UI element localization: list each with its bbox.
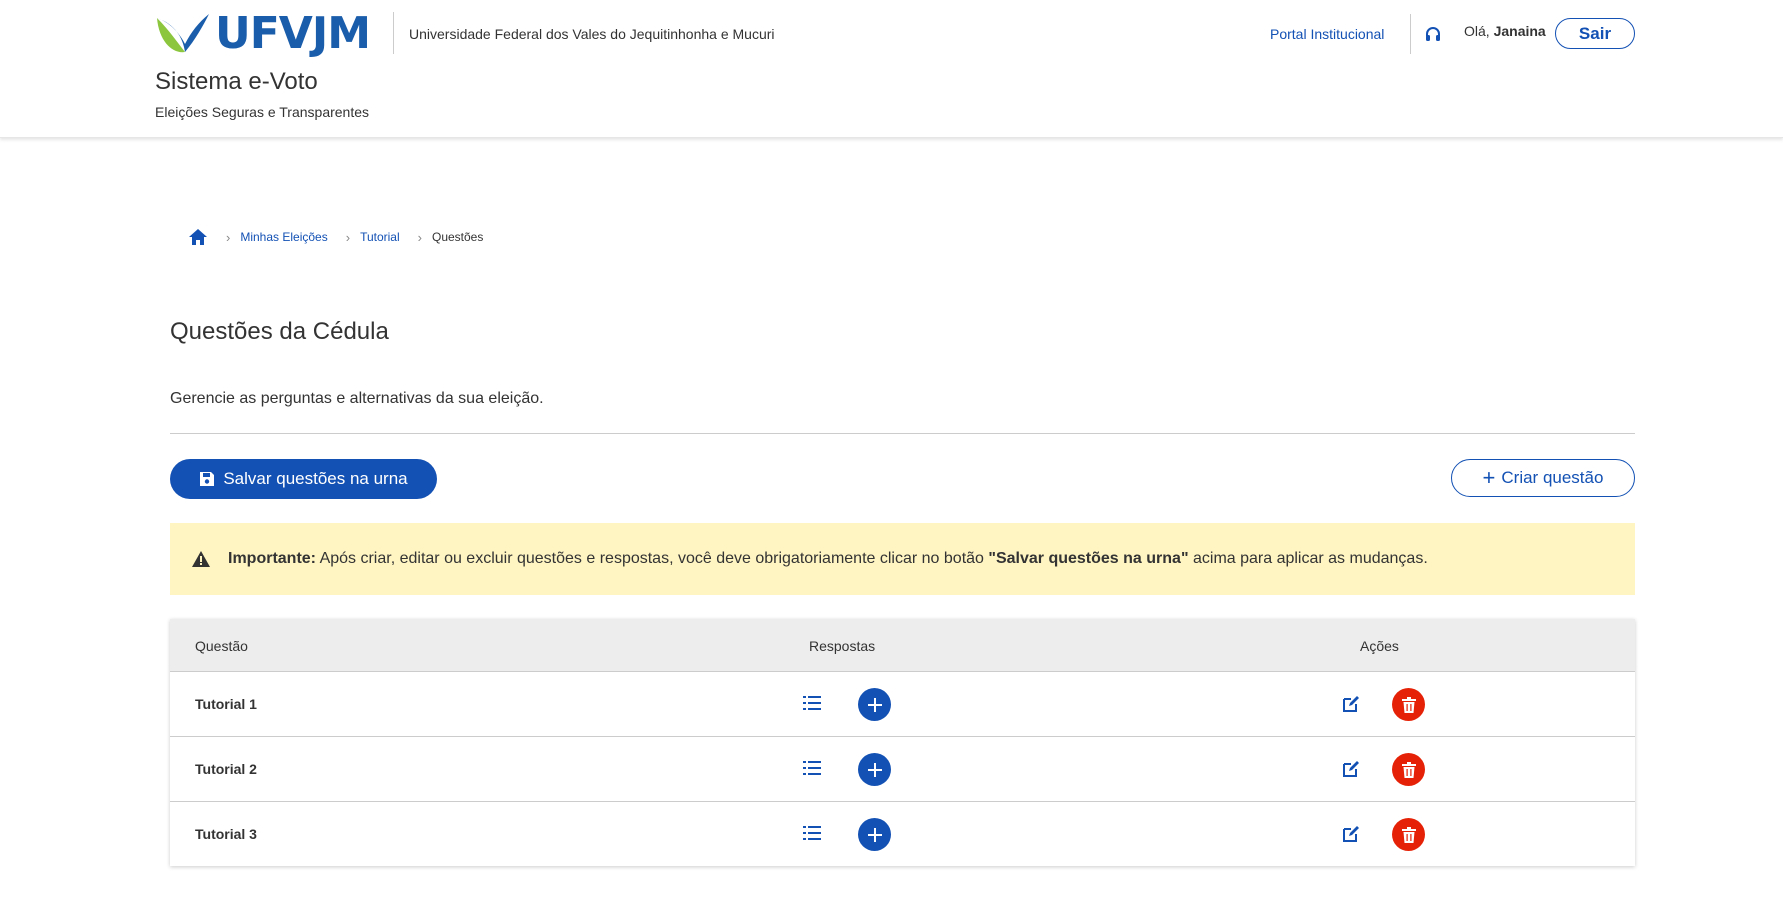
portal-institucional-link[interactable]: Portal Institucional <box>1270 26 1384 42</box>
save-questions-button[interactable]: Salvar questões na urna <box>170 459 437 499</box>
logo-leaf-icon <box>157 14 209 53</box>
save-questions-label: Salvar questões na urna <box>223 469 408 488</box>
table-row: Tutorial 2 <box>170 736 1635 801</box>
trash-icon <box>1401 826 1416 843</box>
breadcrumb: › Minhas Eleições › Tutorial › Questões <box>188 228 483 246</box>
breadcrumb-minhas-eleicoes[interactable]: Minhas Eleições <box>240 230 327 244</box>
breadcrumb-tutorial[interactable]: Tutorial <box>360 230 400 244</box>
question-name: Tutorial 1 <box>195 696 257 712</box>
add-answer-button[interactable] <box>858 753 891 786</box>
alert-text-after: acima para aplicar as mudanças. <box>1192 550 1428 567</box>
table-row: Tutorial 1 <box>170 671 1635 736</box>
chevron-right-icon: › <box>226 229 231 245</box>
university-name: Universidade Federal dos Vales do Jequit… <box>409 26 775 42</box>
warning-triangle-icon <box>192 551 210 567</box>
create-question-button[interactable]: + Criar questão <box>1451 459 1635 497</box>
list-answers-icon[interactable] <box>803 760 821 776</box>
chevron-right-icon: › <box>345 229 351 245</box>
list-answers-icon[interactable] <box>803 695 821 711</box>
greeting-prefix: Olá, <box>1464 23 1490 39</box>
page-description: Gerencie as perguntas e alternativas da … <box>170 390 544 407</box>
chevron-right-icon: › <box>417 229 422 245</box>
table-header: Questão Respostas Ações <box>170 619 1635 671</box>
floppy-disk-icon <box>200 472 215 486</box>
plus-icon <box>867 827 882 842</box>
create-question-label: Criar questão <box>1501 468 1604 487</box>
warning-alert: Importante: Após criar, editar ou exclui… <box>170 523 1635 595</box>
user-greeting: Olá, Janaina <box>1464 23 1546 39</box>
question-name: Tutorial 2 <box>195 761 257 777</box>
user-name: Janaina <box>1493 23 1546 39</box>
site-header: UFVJM Universidade Federal dos Vales do … <box>0 0 1783 138</box>
headset-icon[interactable] <box>1424 26 1442 44</box>
trash-icon <box>1401 761 1416 778</box>
plus-icon: + <box>1482 465 1496 490</box>
delete-question-button[interactable] <box>1392 688 1425 721</box>
logo-text: UFVJM <box>215 8 371 59</box>
alert-message: Importante: Após criar, editar ou exclui… <box>228 550 1428 568</box>
questions-table: Questão Respostas Ações Tutorial 1 Tutor… <box>170 619 1635 866</box>
header-questao: Questão <box>195 638 248 654</box>
delete-question-button[interactable] <box>1392 818 1425 851</box>
add-answer-button[interactable] <box>858 688 891 721</box>
plus-icon <box>867 697 882 712</box>
header-acoes: Ações <box>1360 638 1399 654</box>
header-divider-right <box>1410 14 1411 54</box>
table-row: Tutorial 3 <box>170 801 1635 866</box>
add-answer-button[interactable] <box>858 818 891 851</box>
edit-icon[interactable] <box>1342 760 1360 778</box>
edit-icon[interactable] <box>1342 825 1360 843</box>
list-answers-icon[interactable] <box>803 825 821 841</box>
page-title: Questões da Cédula <box>170 318 389 345</box>
alert-quoted: "Salvar questões na urna" <box>988 550 1189 567</box>
logout-button[interactable]: Sair <box>1555 18 1635 49</box>
header-respostas: Respostas <box>809 638 876 654</box>
system-title: Sistema e-Voto <box>155 68 318 95</box>
delete-question-button[interactable] <box>1392 753 1425 786</box>
home-icon[interactable] <box>188 228 208 246</box>
plus-icon <box>867 762 882 777</box>
alert-text-before: Após criar, editar ou excluir questões e… <box>319 550 984 567</box>
alert-strong: Importante: <box>228 550 316 567</box>
system-subtitle: Eleições Seguras e Transparentes <box>155 104 370 120</box>
header-divider <box>393 12 394 54</box>
edit-icon[interactable] <box>1342 695 1360 713</box>
section-divider <box>170 433 1635 434</box>
question-name: Tutorial 3 <box>195 826 257 842</box>
breadcrumb-current: Questões <box>431 230 484 244</box>
ufvjm-logo[interactable]: UFVJM <box>155 8 371 59</box>
trash-icon <box>1401 696 1416 713</box>
